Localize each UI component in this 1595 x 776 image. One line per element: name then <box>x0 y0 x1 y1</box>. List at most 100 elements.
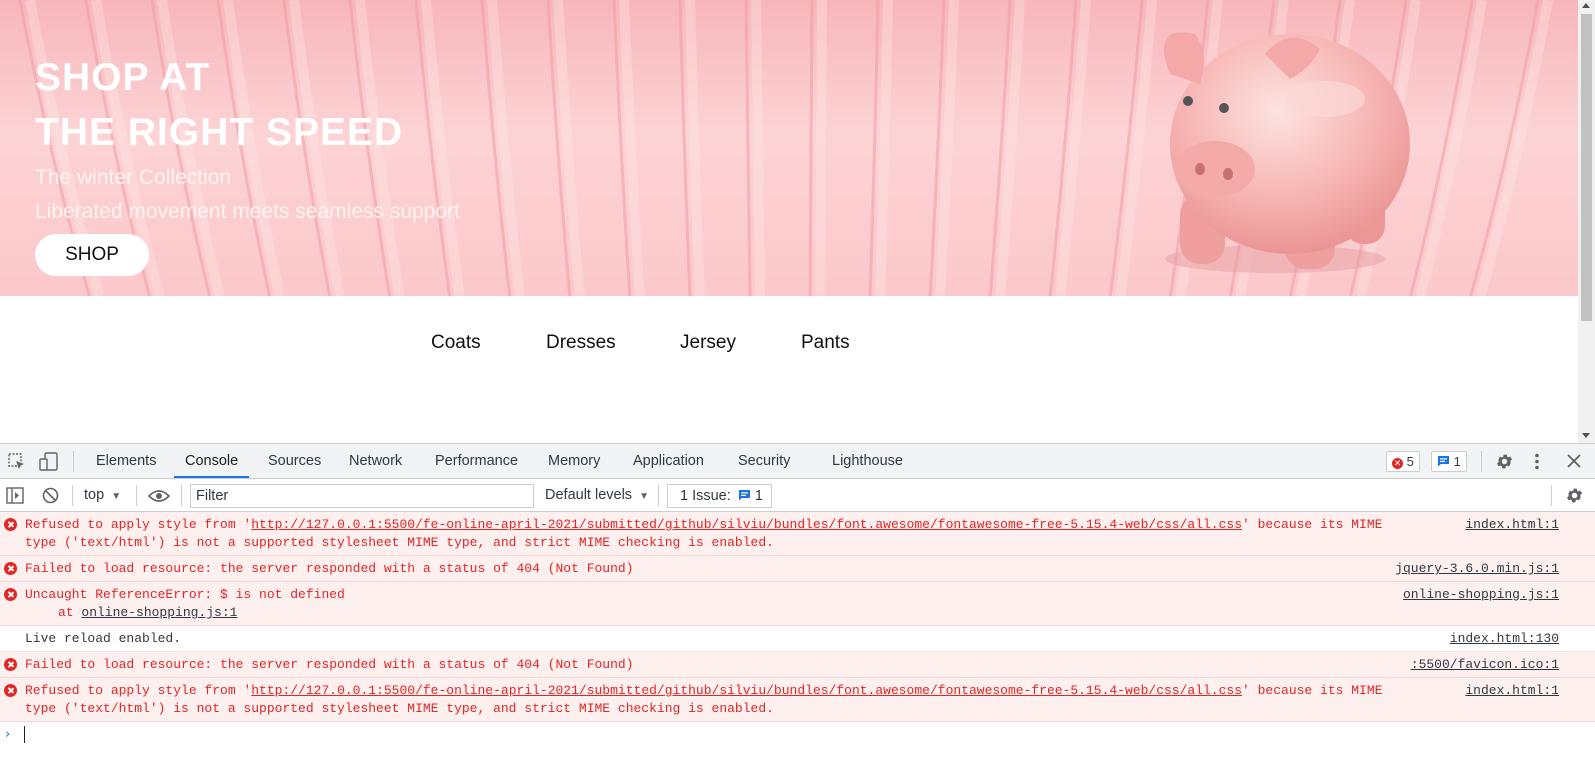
shop-button[interactable]: SHOP <box>35 234 149 276</box>
category-coats[interactable]: Coats <box>431 332 481 354</box>
category-nav: Coats Dresses Jersey Pants <box>0 296 1578 443</box>
console-messages: Refused to apply style from 'http://127.… <box>0 512 1595 748</box>
console-toolbar: top ▼ Default levels ▼ 1 Issue: 1 <box>0 479 1595 512</box>
message-text: Refused to apply style from 'http://127.… <box>0 678 1595 721</box>
tab-memory[interactable]: Memory <box>548 453 600 469</box>
error-circle-icon <box>4 562 17 575</box>
chevron-down-icon: ▼ <box>639 491 649 502</box>
toolbar-divider <box>658 485 659 506</box>
log-levels-value: Default levels <box>545 487 633 503</box>
console-error-message: Uncaught ReferenceError: $ is not define… <box>0 582 1595 626</box>
error-circle-icon <box>4 588 17 601</box>
hero-stripe <box>744 0 752 296</box>
message-source-link[interactable]: index.html:1 <box>1465 682 1559 700</box>
issues-count: 1 <box>754 488 763 504</box>
issues-button[interactable]: 1 Issue: 1 <box>667 484 772 508</box>
category-pants[interactable]: Pants <box>801 332 850 354</box>
message-icon <box>1438 456 1449 467</box>
hero-stripe <box>1469 0 1540 296</box>
inspect-icon[interactable] <box>8 453 26 471</box>
message-main: Uncaught ReferenceError: $ is not define… <box>25 587 345 602</box>
stack-trace-link[interactable]: online-shopping.js:1 <box>81 605 237 620</box>
tab-console[interactable]: Console <box>185 453 238 469</box>
message-source-link[interactable]: index.html:130 <box>1450 630 1559 648</box>
hero-subtitle: The winter Collection <box>35 166 232 189</box>
toolbar-divider <box>1551 485 1552 506</box>
log-levels-selector[interactable]: Default levels ▼ <box>545 487 649 503</box>
hero-stripe-highlight <box>751 0 765 296</box>
tab-elements[interactable]: Elements <box>96 453 156 469</box>
context-selector[interactable]: top ▼ <box>84 487 121 503</box>
hero-banner: SHOP AT THE RIGHT SPEED The winter Colle… <box>0 0 1578 296</box>
tab-application[interactable]: Application <box>633 453 704 469</box>
message-text: Refused to apply style from 'http://127.… <box>0 512 1595 555</box>
error-circle-icon <box>4 518 17 531</box>
toolbar-divider <box>181 485 182 506</box>
gear-icon[interactable] <box>1495 452 1514 471</box>
console-prompt[interactable]: › <box>0 722 1595 748</box>
hero-title-line1: SHOP AT <box>35 56 211 99</box>
stack-trace-prefix: at <box>58 605 82 620</box>
console-settings-gear-icon[interactable] <box>1565 486 1584 505</box>
message-icon <box>738 490 750 501</box>
clear-console-icon[interactable] <box>42 487 59 504</box>
stylesheet-url-link[interactable]: http://127.0.0.1:5500/fe-online-april-20… <box>251 517 1242 532</box>
tab-security[interactable]: Security <box>738 453 790 469</box>
context-value: top <box>84 487 105 503</box>
filter-input[interactable] <box>190 484 534 508</box>
stylesheet-url-link[interactable]: http://127.0.0.1:5500/fe-online-april-20… <box>251 683 1242 698</box>
error-circle-icon: ✕ <box>1392 458 1403 469</box>
message-source-link[interactable]: index.html:1 <box>1465 516 1559 534</box>
error-count-badge[interactable]: ✕ 5 <box>1386 451 1420 472</box>
hero-stripe-highlight <box>553 0 585 296</box>
message-source-link[interactable]: jquery-3.6.0.min.js:1 <box>1395 560 1559 578</box>
toolbar-divider <box>136 485 137 506</box>
console-log-message: Live reload enabled. index.html:130 <box>0 626 1595 652</box>
close-icon[interactable] <box>1567 454 1581 468</box>
eye-icon[interactable] <box>148 489 170 503</box>
message-count: 1 <box>1453 454 1461 469</box>
prompt-chevron-icon: › <box>5 727 11 742</box>
device-toggle-icon[interactable] <box>39 452 59 472</box>
console-error-message: Refused to apply style from 'http://127.… <box>0 512 1595 556</box>
hero-stripe-highlight <box>995 0 1025 296</box>
scroll-down-arrow-icon[interactable] <box>1582 433 1590 438</box>
chevron-down-icon: ▼ <box>111 491 122 502</box>
hero-stripe-highlight <box>875 0 893 296</box>
message-source-link[interactable]: online-shopping.js:1 <box>1403 586 1559 604</box>
error-circle-icon <box>4 658 17 671</box>
kebab-menu-icon[interactable] <box>1533 452 1541 471</box>
toolbar-divider <box>72 485 73 506</box>
tab-network[interactable]: Network <box>349 453 402 469</box>
page-scrollbar[interactable] <box>1578 0 1595 443</box>
tab-sources[interactable]: Sources <box>268 453 321 469</box>
console-input-caret[interactable] <box>24 726 25 743</box>
hero-stripe <box>808 0 814 296</box>
message-count-badge[interactable]: 1 <box>1431 451 1467 472</box>
scrollbar-thumb[interactable] <box>1581 14 1592 321</box>
hero-stripe-highlight <box>1475 0 1553 296</box>
message-text: Uncaught ReferenceError: $ is not define… <box>0 582 1595 625</box>
devtools-panel: Elements Console Sources Network Perform… <box>0 443 1595 776</box>
hero-title-line2: THE RIGHT SPEED <box>35 111 404 154</box>
message-prefix: Refused to apply style from ' <box>25 517 252 532</box>
message-text: Failed to load resource: the server resp… <box>25 657 634 672</box>
message-text: Failed to load resource: the server resp… <box>25 561 634 576</box>
category-jersey[interactable]: Jersey <box>680 332 736 354</box>
message-text: Live reload enabled. <box>25 631 182 646</box>
hero-stripe-highlight <box>685 0 705 296</box>
hero-tagline: Liberated movement meets seamless suppor… <box>35 200 460 223</box>
devtools-tabbar: Elements Console Sources Network Perform… <box>0 444 1595 479</box>
hero-stripe-highlight <box>815 0 827 296</box>
tab-performance[interactable]: Performance <box>435 453 518 469</box>
sidebar-toggle-icon[interactable] <box>6 487 24 504</box>
scroll-up-arrow-icon[interactable] <box>1582 3 1590 8</box>
console-error-message: Failed to load resource: the server resp… <box>0 556 1595 582</box>
toolbar-divider <box>73 451 74 472</box>
tab-lighthouse[interactable]: Lighthouse <box>832 453 903 469</box>
console-error-message: Failed to load resource: the server resp… <box>0 652 1595 678</box>
piggy-bank-illustration <box>1163 32 1410 273</box>
message-source-link[interactable]: :5500/favicon.ico:1 <box>1411 656 1559 674</box>
category-dresses[interactable]: Dresses <box>546 332 616 354</box>
error-circle-icon <box>4 684 17 697</box>
